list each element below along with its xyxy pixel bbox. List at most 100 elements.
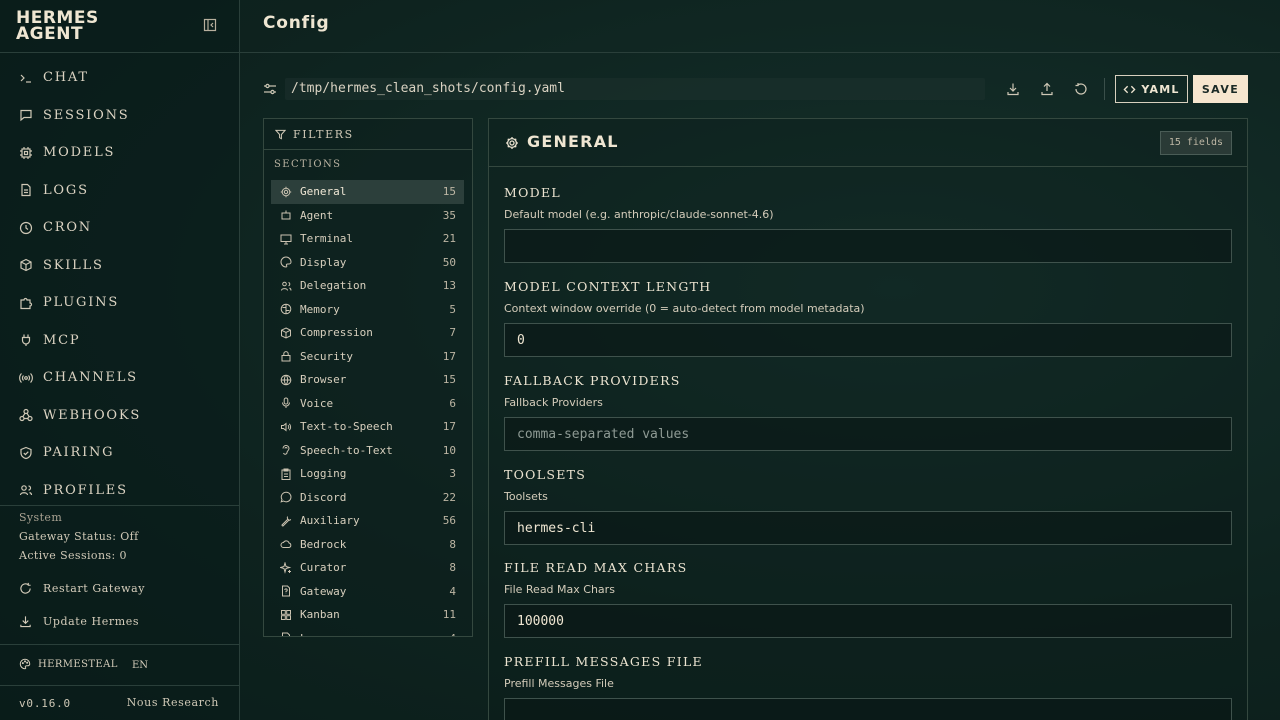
sidebar-collapse-icon[interactable] [203,18,217,32]
section-item-browser[interactable]: Browser 15 [271,368,464,392]
section-item-speech-to-text[interactable]: Speech-to-Text 10 [271,439,464,463]
section-item-terminal[interactable]: Terminal 21 [271,227,464,251]
section-item-delegation[interactable]: Delegation 13 [271,274,464,298]
prefill-messages-file-input[interactable] [504,698,1232,720]
page-title: Config [263,13,330,33]
users-icon [280,280,292,292]
wrench-icon [280,515,292,527]
nav-item-skills[interactable]: SKILLS [0,247,240,285]
grid-icon [280,609,292,621]
nav-label: CHAT [43,70,89,86]
nav-item-profiles[interactable]: PROFILES [0,472,240,510]
fields-count-badge: 15 fields [1159,131,1232,155]
filters-title: FILTERS [293,127,354,141]
toolbar-divider [1104,78,1105,100]
filters-panel: FILTERS SECTIONS General 15 Agent 35 Termina… [263,118,473,637]
gateway-status: Gateway Status: Off [19,530,139,543]
section-label: Voice [300,396,334,410]
section-label: Logging [300,467,347,481]
section-item-discord[interactable]: Discord 22 [271,486,464,510]
section-item-agent[interactable]: Agent 35 [271,204,464,228]
nav-item-pairing[interactable]: PAIRING [0,434,240,472]
nav-item-cron[interactable]: CRON [0,209,240,247]
context-length-input[interactable] [504,323,1232,357]
nav-item-chat[interactable]: CHAT [0,59,240,97]
mic-icon [280,397,292,409]
section-count: 5 [449,302,456,316]
section-item-text-to-speech[interactable]: Text-to-Speech 17 [271,415,464,439]
nav-item-webhooks[interactable]: WEBHOOKS [0,397,240,435]
download-icon[interactable] [1006,82,1020,96]
monitor-icon [280,233,292,245]
yaml-button[interactable]: YAML [1115,75,1188,103]
model-input[interactable] [504,229,1232,263]
message-square-icon [19,108,33,122]
section-count: 17 [442,420,456,434]
app-version: v0.16.0 [19,697,71,710]
nav-label: SKILLS [43,257,104,273]
terminal-icon [19,71,33,85]
fallback-providers-input[interactable] [504,417,1232,451]
section-label: Terminal [300,232,353,246]
section-item-kanban[interactable]: Kanban 11 [271,603,464,627]
section-label: Kanban [300,608,340,622]
nav-item-plugins[interactable]: PLUGINS [0,284,240,322]
config-path-field: /tmp/hermes_clean_shots/config.yaml [285,78,985,100]
file-read-max-chars-input[interactable] [504,604,1232,638]
org-name[interactable]: Nous Research [127,696,219,709]
package-icon [19,258,33,272]
section-count: 8 [449,561,456,575]
section-item-display[interactable]: Display 50 [271,251,464,275]
nav-item-sessions[interactable]: SESSIONS [0,97,240,135]
nav-item-models[interactable]: MODELS [0,134,240,172]
nav-item-mcp[interactable]: MCP [0,322,240,360]
update-hermes-button[interactable]: Update Hermes [19,615,139,628]
section-item-gateway[interactable]: Gateway 4 [271,580,464,604]
bot-icon [280,209,292,221]
save-button[interactable]: SAVE [1193,75,1248,103]
file-icon [280,632,292,636]
message-circle-icon [280,491,292,503]
section-item-general[interactable]: General 15 [271,180,464,204]
general-panel: GENERAL 15 fields MODEL Default model (e… [488,118,1248,720]
palette-icon [280,256,292,268]
section-item-bedrock[interactable]: Bedrock 8 [271,533,464,557]
update-hermes-label: Update Hermes [43,615,140,628]
language-switcher[interactable]: EN [132,660,148,671]
restart-gateway-button[interactable]: Restart Gateway [19,582,145,595]
section-item-logging[interactable]: Logging 3 [271,462,464,486]
system-status: System Gateway Status: Off Active Sessio… [19,511,139,568]
filter-icon [275,129,286,140]
section-item-memory[interactable]: Memory 5 [271,298,464,322]
section-item-lsp[interactable]: Lsp4 [271,627,464,636]
section-count: 17 [442,349,456,363]
reset-icon[interactable] [1074,82,1088,96]
section-label: Memory [300,302,340,316]
globe-icon [280,374,292,386]
section-item-auxiliary[interactable]: Auxiliary 56 [271,509,464,533]
nav-item-channels[interactable]: CHANNELS [0,359,240,397]
theme-switcher[interactable]: HERMESTEAL [19,658,118,670]
section-label: Gateway [300,584,347,598]
section-label: Discord [300,490,347,504]
active-sessions: Active Sessions: 0 [19,549,127,562]
upload-icon[interactable] [1040,82,1054,96]
toolsets-input[interactable] [504,511,1232,545]
field-title: FALLBACK PROVIDERS [504,373,681,388]
field-description: File Read Max Chars [504,583,615,596]
file-text-icon [19,183,33,197]
field-title: PREFILL MESSAGES FILE [504,654,703,669]
section-label: Bedrock [300,537,347,551]
field-title: MODEL CONTEXT LENGTH [504,279,712,294]
brand-logo[interactable]: HERMES AGENT [16,10,99,43]
code-icon [1123,83,1136,96]
field-title: MODEL [504,185,561,200]
users-icon [19,483,33,497]
section-item-security[interactable]: Security 17 [271,345,464,369]
nav-item-logs[interactable]: LOGS [0,172,240,210]
field-prefill-messages-file: PREFILL MESSAGES FILE Prefill Messages F… [504,654,1232,720]
section-item-voice[interactable]: Voice 6 [271,392,464,416]
section-item-curator[interactable]: Curator 8 [271,556,464,580]
section-item-compression[interactable]: Compression 7 [271,321,464,345]
sliders-icon [263,82,277,96]
